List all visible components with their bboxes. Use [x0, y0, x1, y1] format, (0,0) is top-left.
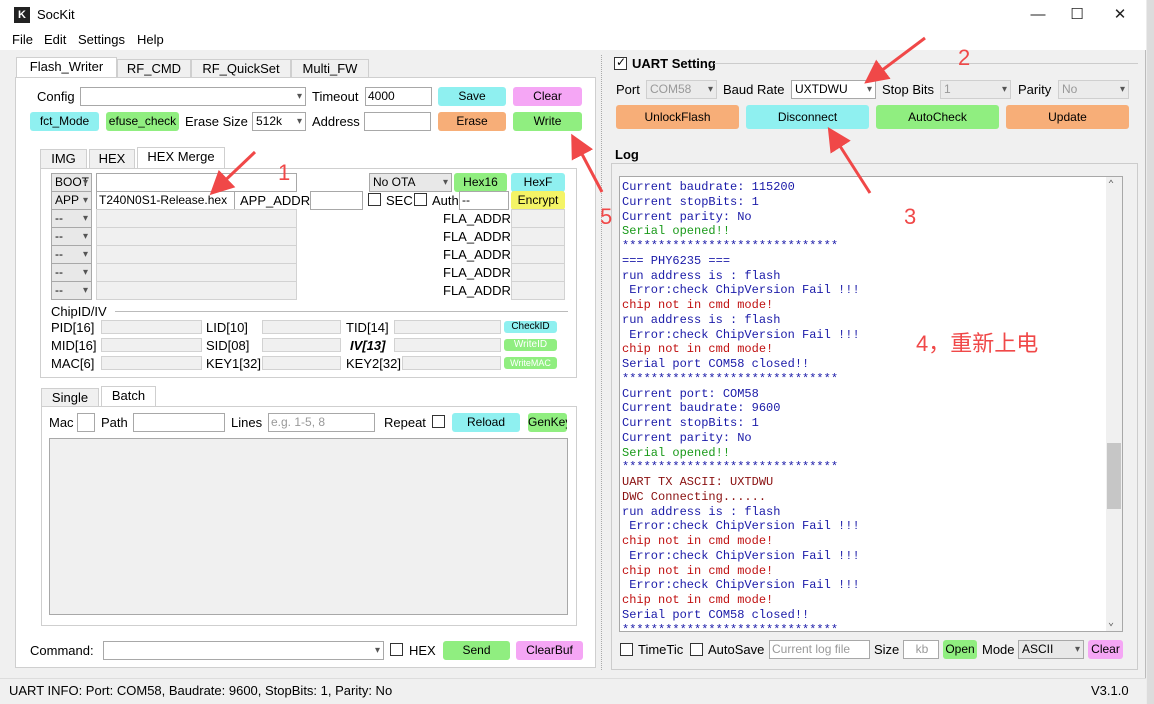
- arrow-5: [571, 133, 604, 193]
- annotation-arrows: [209, 36, 926, 196]
- arrow-2: [864, 36, 926, 84]
- arrow-3: [827, 126, 872, 194]
- arrow-1: [209, 150, 257, 196]
